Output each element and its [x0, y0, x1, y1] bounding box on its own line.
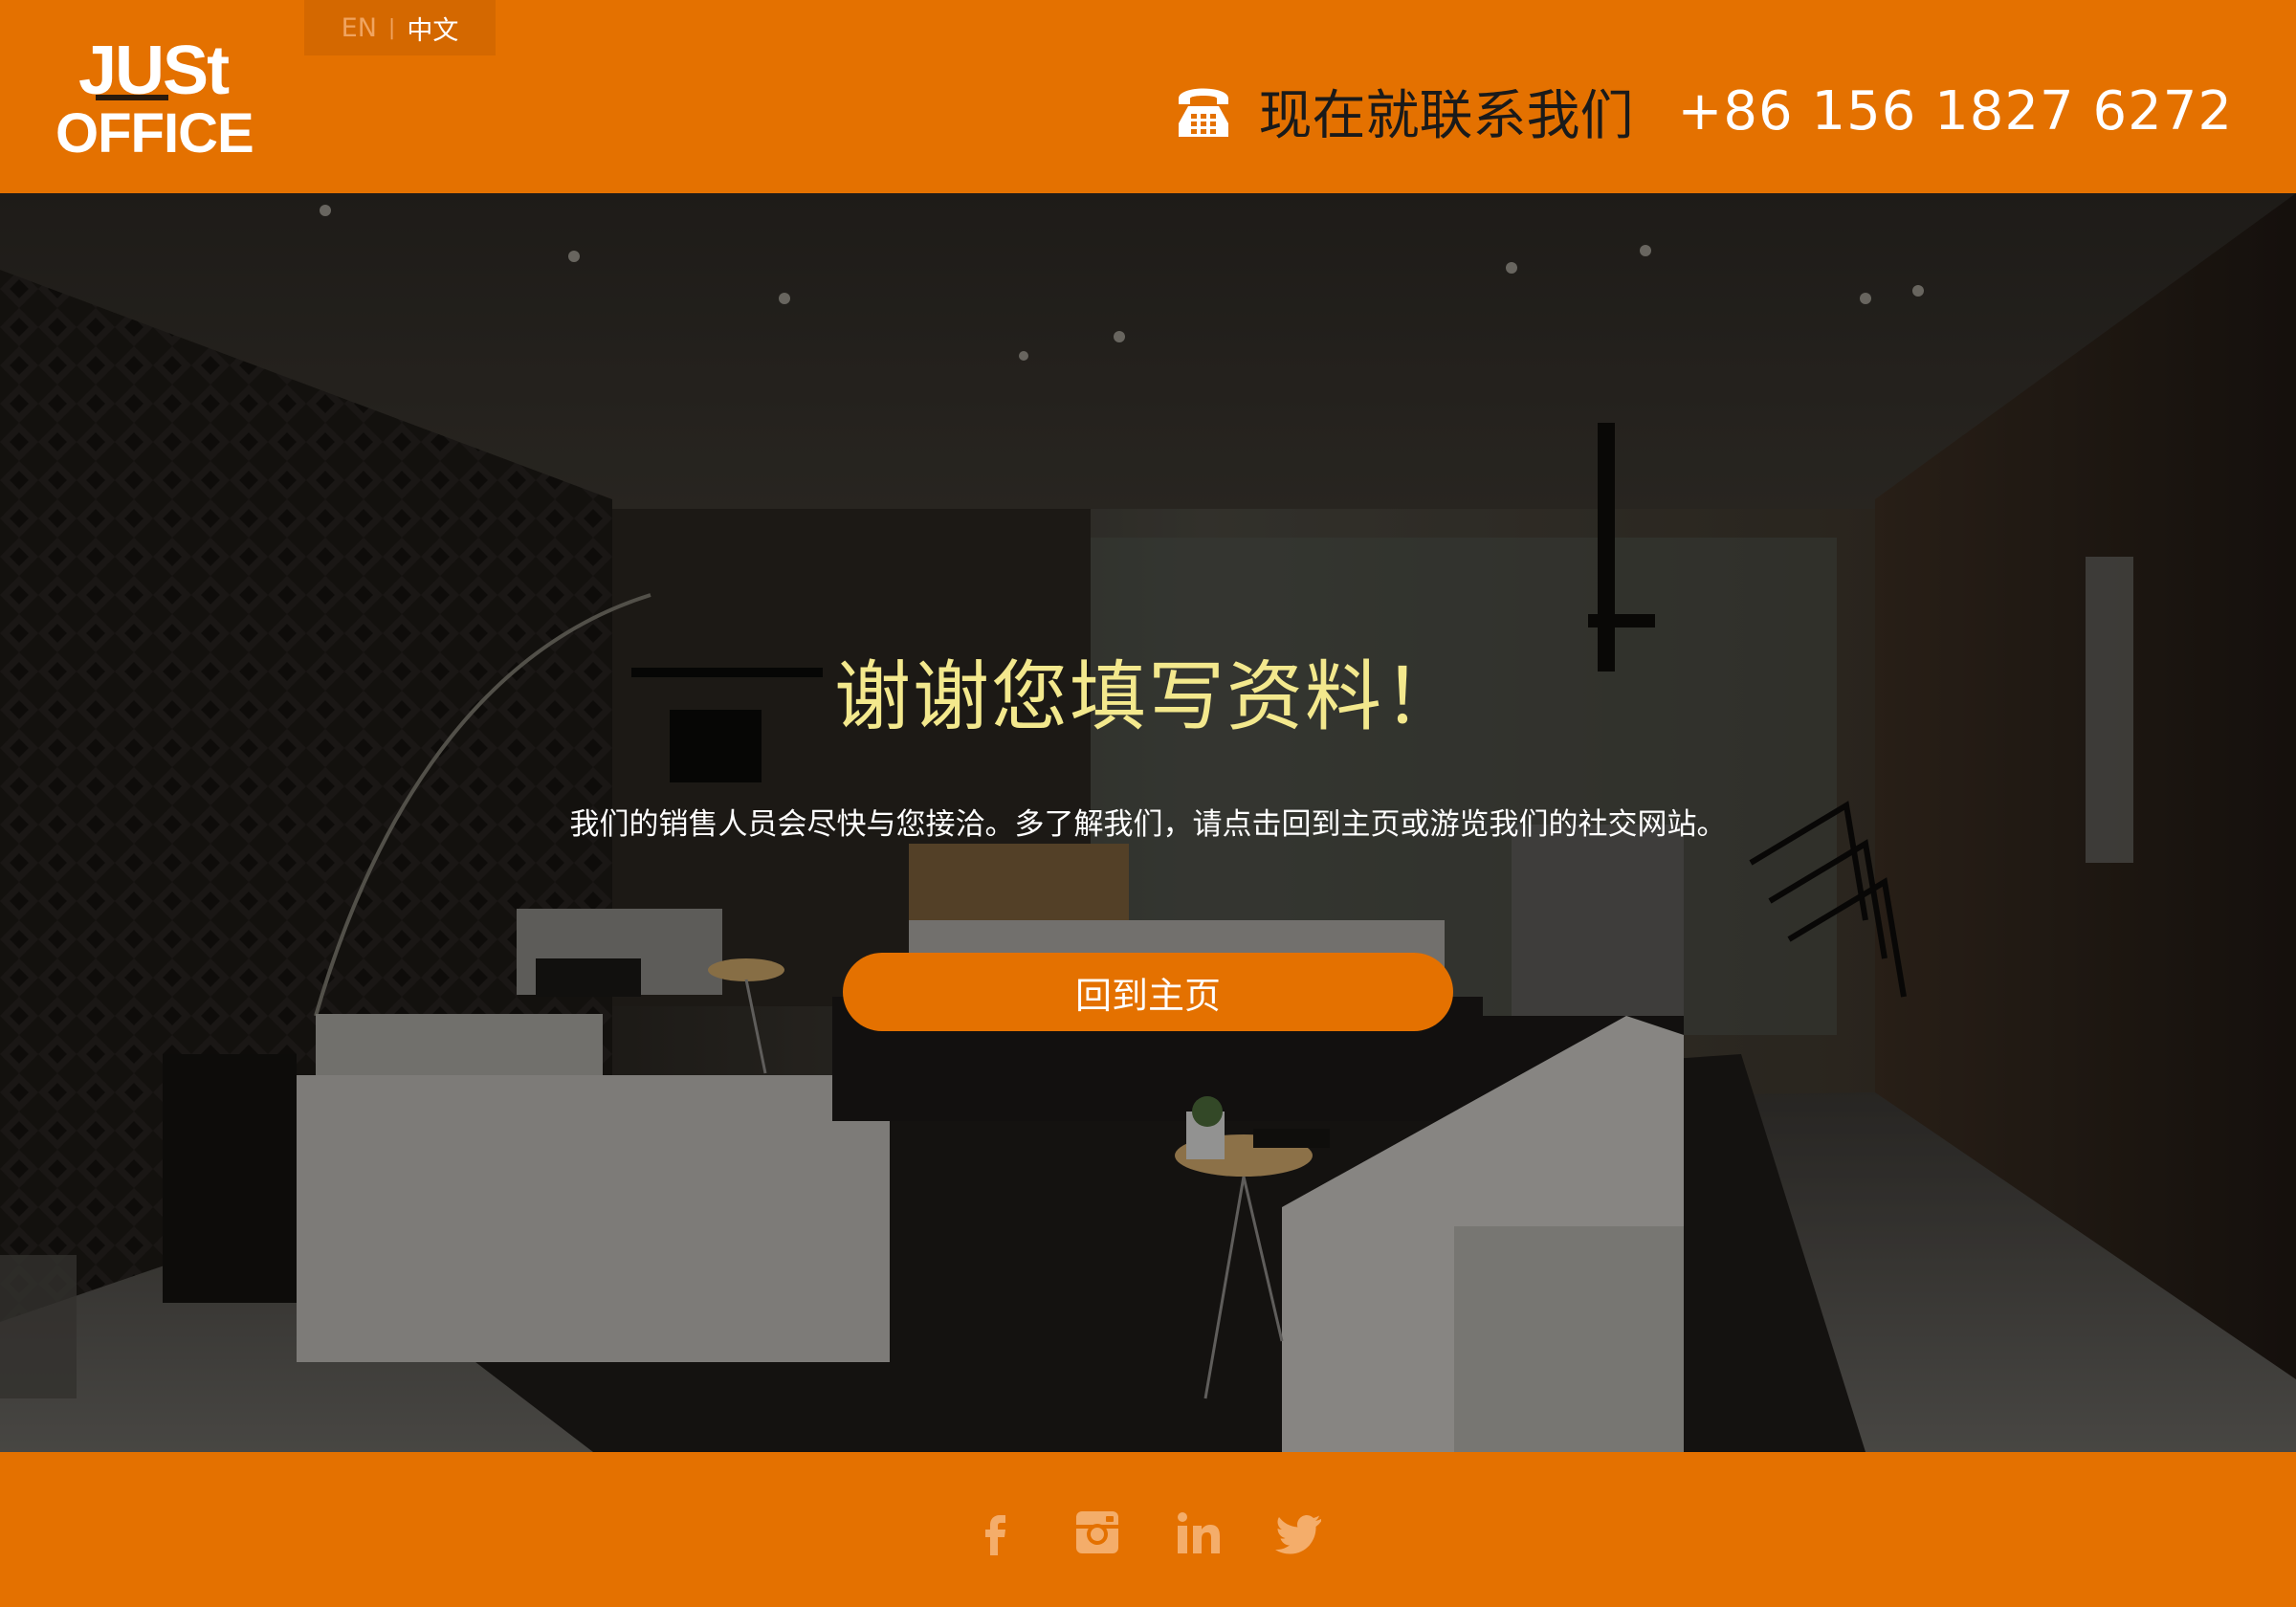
site-header: JUSt OFFICE EN | 中文 现在就联系我们 +86 156 1827… [0, 0, 2296, 193]
contact-label: 现在就联系我们 [1258, 84, 1634, 147]
phone-icon [1175, 77, 1232, 144]
logo-bar [96, 95, 168, 100]
lang-en-link[interactable]: EN [342, 13, 377, 43]
contact-bar: 现在就联系我们 +86 156 1827 6272 [1175, 63, 2234, 159]
contact-phone[interactable]: +86 156 1827 6272 [1678, 80, 2234, 143]
instagram-icon[interactable] [1072, 1506, 1122, 1559]
thank-you-message: 我们的销售人员会尽快与您接洽。多了解我们，请点击回到主页或游览我们的社交网站。 [569, 807, 1727, 842]
back-to-home-button[interactable]: 回到主页 [843, 953, 1453, 1031]
language-switcher: EN | 中文 [304, 0, 496, 55]
social-links [0, 1506, 2296, 1559]
hero-section: 谢谢您填写资料！ 我们的销售人员会尽快与您接洽。多了解我们，请点击回到主页或游览… [0, 193, 2296, 1452]
thank-you-title: 谢谢您填写资料！ [834, 652, 1462, 741]
twitter-icon[interactable] [1275, 1506, 1325, 1559]
linkedin-icon[interactable] [1174, 1506, 1224, 1559]
just-office-logo[interactable]: JUSt OFFICE [55, 36, 256, 165]
facebook-icon[interactable] [971, 1506, 1021, 1559]
lang-zh-link[interactable]: 中文 [407, 10, 458, 47]
lang-separator: | [387, 15, 396, 40]
logo-line2: OFFICE [55, 102, 254, 165]
site-footer [0, 1452, 2296, 1607]
